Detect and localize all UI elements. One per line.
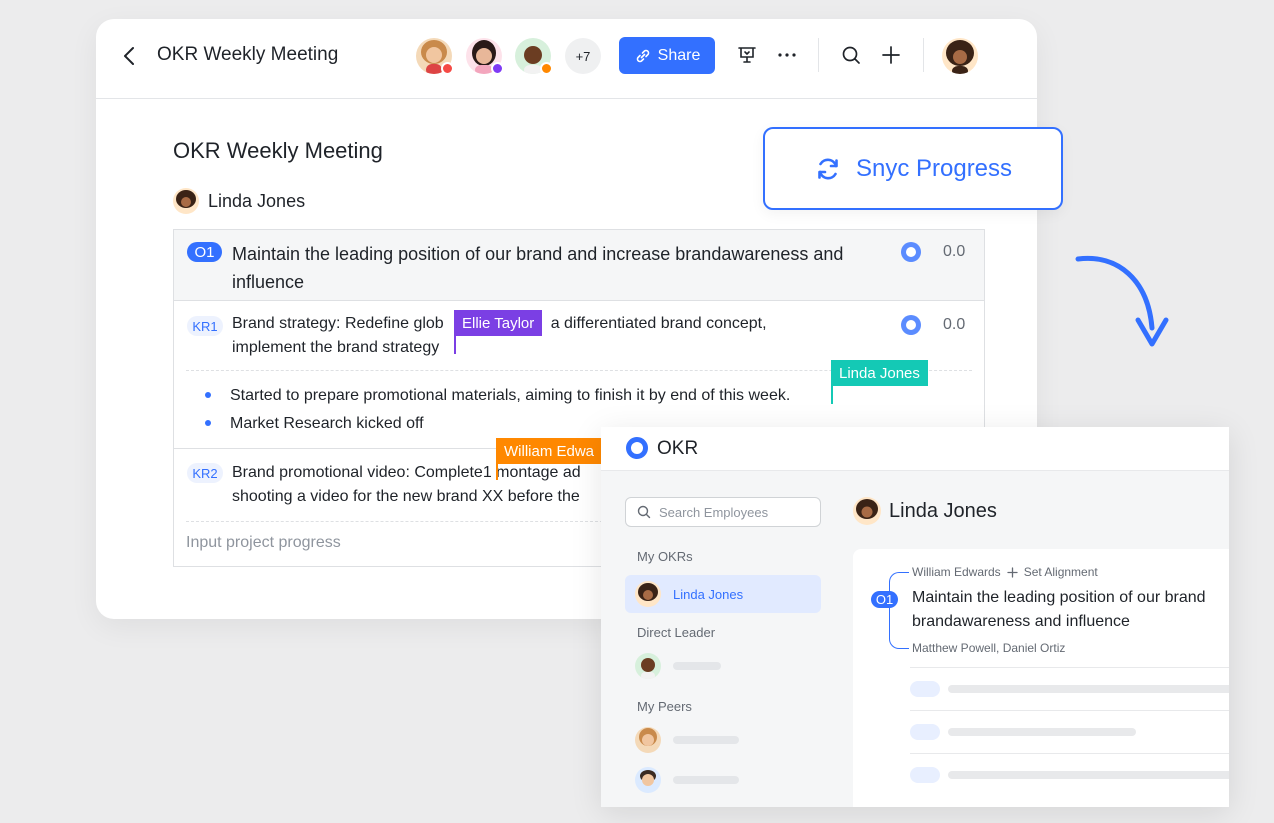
text-cursor xyxy=(831,360,833,404)
collaborator-avatar[interactable] xyxy=(515,38,553,75)
objective-text[interactable]: Maintain the leading position of our bra… xyxy=(232,240,862,296)
aligned-by[interactable]: Matthew Powell, Daniel Ortiz xyxy=(912,641,1065,655)
owner-row: Linda Jones xyxy=(173,188,305,214)
collaborator-avatar[interactable] xyxy=(466,38,504,75)
key-result-list xyxy=(910,667,1229,796)
sidebar-item-peer[interactable] xyxy=(635,727,739,753)
more-options-icon[interactable] xyxy=(775,43,799,67)
section-label-my-peers: My Peers xyxy=(637,699,692,714)
aligned-from[interactable]: William Edwards xyxy=(912,565,1001,579)
okr-header: OKR xyxy=(601,427,1229,471)
progress-ring-icon[interactable] xyxy=(901,315,921,335)
bullet-icon xyxy=(205,392,211,398)
doc-title: OKR Weekly Meeting xyxy=(157,44,339,65)
sidebar-item-linda-jones[interactable]: Linda Jones xyxy=(625,575,821,613)
set-alignment-link[interactable]: Set Alignment xyxy=(1024,565,1098,579)
objective-badge: O1 xyxy=(871,591,898,608)
kr2-text[interactable]: Brand promotional video: Complete1 monta… xyxy=(232,461,652,509)
avatar xyxy=(635,581,661,607)
kr1-badge: KR1 xyxy=(187,316,223,336)
person-name: Linda Jones xyxy=(889,499,997,522)
kr1-progress[interactable]: 0.0 xyxy=(943,316,965,334)
kr1-text-start: Brand strategy: Redefine glob xyxy=(232,315,444,332)
placeholder-bar xyxy=(673,736,739,744)
owner-name: Linda Jones xyxy=(208,190,306,211)
avatar xyxy=(853,497,881,525)
kr2-text-start: Brand promotional video: Complete xyxy=(232,464,483,481)
presentation-icon[interactable] xyxy=(735,43,759,67)
okr-logo-icon xyxy=(626,437,648,459)
sync-label: Snyc Progress xyxy=(855,154,1013,182)
objective-card: William Edwards Set Alignment O1 Maintai… xyxy=(853,549,1229,807)
alignment-line xyxy=(889,572,909,649)
toolbar-divider xyxy=(923,38,924,72)
progress-note[interactable]: Started to prepare promotional materials… xyxy=(230,387,790,405)
search-icon[interactable] xyxy=(839,43,863,67)
person-header: Linda Jones xyxy=(853,497,997,525)
back-icon[interactable] xyxy=(120,44,140,68)
search-icon xyxy=(637,505,651,519)
objective-progress[interactable]: 0.0 xyxy=(943,243,965,261)
status-dot xyxy=(441,62,454,75)
section-label-my-okrs: My OKRs xyxy=(637,549,693,564)
sync-icon xyxy=(818,158,838,179)
curved-arrow-icon xyxy=(1075,255,1169,347)
cursor-label-linda: Linda Jones xyxy=(831,360,928,386)
alignment-top: William Edwards Set Alignment xyxy=(912,565,1098,579)
cursor-label-william: William Edwa xyxy=(496,438,603,464)
key-result-placeholder xyxy=(910,753,1229,796)
plus-icon xyxy=(1007,566,1018,578)
status-dot xyxy=(540,62,553,75)
status-dot xyxy=(491,62,504,75)
kr2-text-line2: shooting a video for the new brand XX be… xyxy=(232,488,580,505)
search-field[interactable] xyxy=(625,497,821,527)
share-label: Share xyxy=(657,46,701,64)
okr-sidebar: My OKRs Linda Jones Direct Leader My Pee… xyxy=(601,471,837,807)
objective-row[interactable]: O1 Maintain the leading position of our … xyxy=(174,230,984,301)
page-title: OKR Weekly Meeting xyxy=(173,138,383,163)
key-result-placeholder xyxy=(910,710,1229,753)
link-icon xyxy=(636,49,649,62)
okr-main: Linda Jones William Edwards Set Alignmen… xyxy=(837,471,1229,807)
objective-badge: O1 xyxy=(187,242,222,262)
progress-input[interactable]: Input project progress xyxy=(186,534,341,552)
progress-ring-icon[interactable] xyxy=(901,242,921,262)
avatar xyxy=(173,188,199,214)
search-input[interactable] xyxy=(659,504,809,520)
sidebar-item-peer[interactable] xyxy=(635,767,739,793)
share-button[interactable]: Share xyxy=(619,37,715,74)
sidebar-item-label: Linda Jones xyxy=(673,586,744,602)
okr-app-window: OKR My OKRs Linda Jones Direct Leader My… xyxy=(601,427,1229,807)
user-avatar[interactable] xyxy=(942,38,978,74)
section-label-direct-leader: Direct Leader xyxy=(637,625,716,640)
collaborator-avatar[interactable] xyxy=(416,38,454,75)
progress-note[interactable]: Market Research kicked off xyxy=(230,415,424,433)
placeholder-bar xyxy=(673,776,739,784)
text-cursor xyxy=(496,438,498,480)
more-collaborators-count[interactable]: +7 xyxy=(565,38,601,74)
key-result-placeholder xyxy=(910,667,1229,710)
objective-text[interactable]: Maintain the leading position of our bra… xyxy=(912,586,1229,634)
text-cursor xyxy=(454,310,456,354)
doc-toolbar: OKR Weekly Meeting +7 Share xyxy=(96,19,1037,99)
okr-app-title: OKR xyxy=(657,438,699,459)
avatar xyxy=(635,767,661,793)
sync-progress-button[interactable]: Snyc Progress xyxy=(763,127,1063,210)
sidebar-item-leader[interactable] xyxy=(635,653,721,679)
cursor-label-ellie: Ellie Taylor xyxy=(454,310,543,336)
bullet-icon xyxy=(205,420,211,426)
avatar xyxy=(635,653,661,679)
placeholder-bar xyxy=(673,662,721,670)
kr2-badge: KR2 xyxy=(187,463,223,483)
avatar xyxy=(635,727,661,753)
add-icon[interactable] xyxy=(879,43,903,67)
toolbar-divider xyxy=(818,38,819,72)
